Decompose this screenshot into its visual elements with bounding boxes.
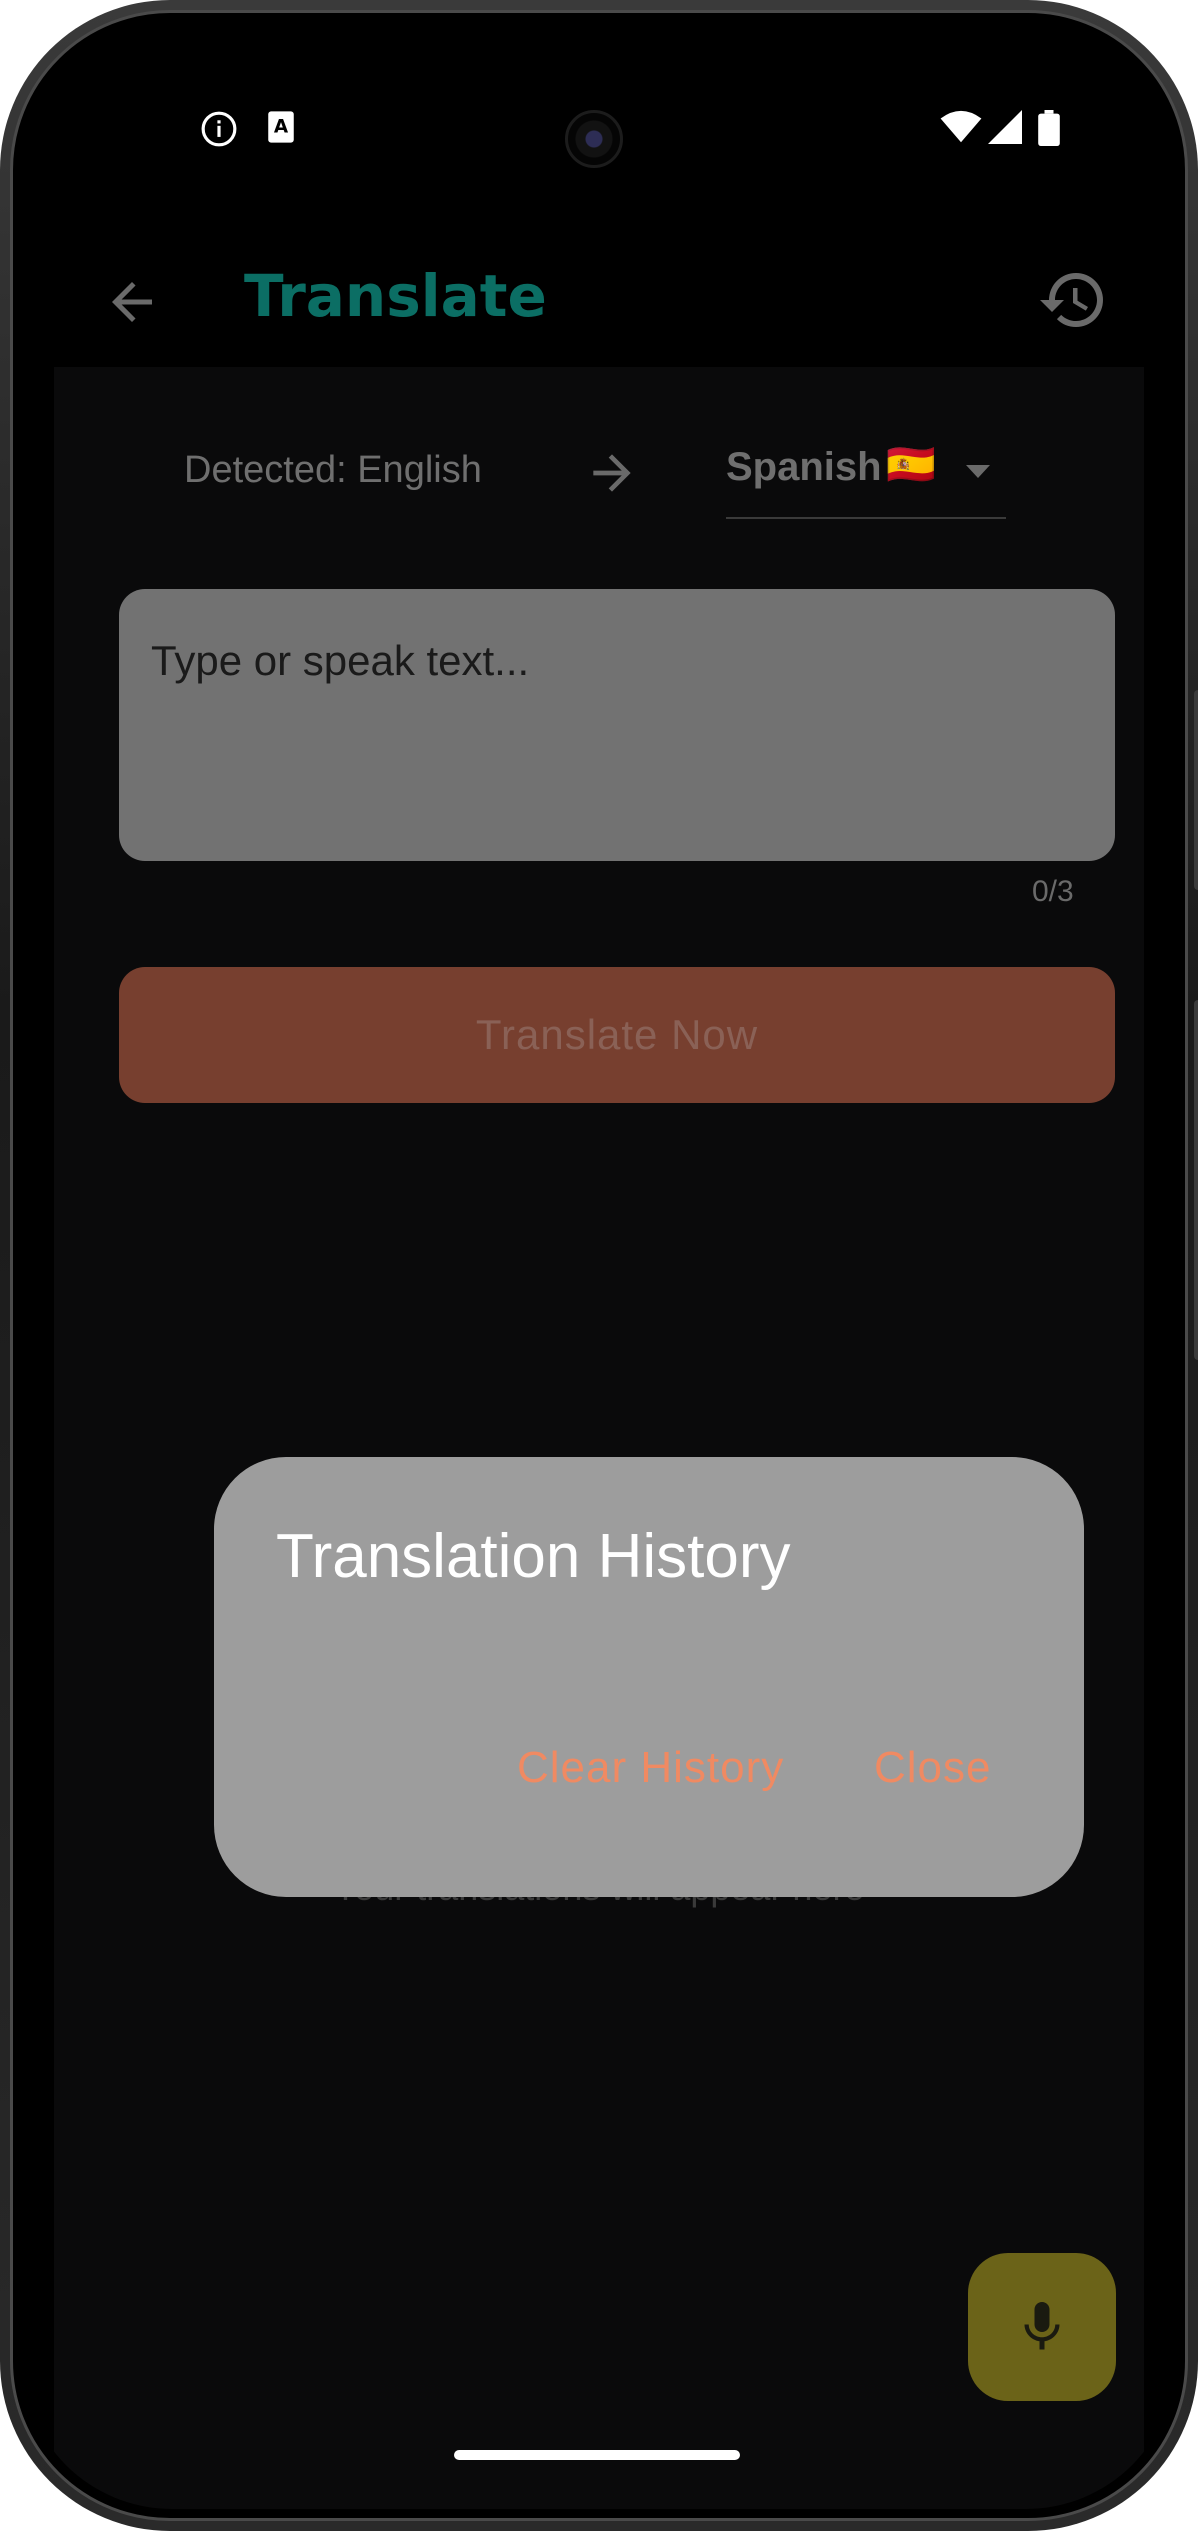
page-title: Translate bbox=[244, 262, 547, 330]
home-indicator[interactable] bbox=[454, 2450, 740, 2460]
history-dialog: Translation History Clear History Close bbox=[214, 1457, 1084, 1897]
info-icon bbox=[201, 111, 237, 147]
arrow-left-icon[interactable] bbox=[102, 272, 162, 332]
dialog-title: Translation History bbox=[276, 1522, 791, 1591]
translate-now-button[interactable]: Translate Now bbox=[119, 967, 1115, 1103]
battery-icon bbox=[1038, 110, 1060, 146]
wifi-icon bbox=[940, 110, 982, 143]
screen: A Translate Detected: English Spanish 🇪🇸… bbox=[22, 22, 1176, 2509]
app-bar: Translate bbox=[22, 242, 1176, 367]
clear-history-button[interactable]: Clear History bbox=[517, 1743, 784, 1793]
spain-flag-icon: 🇪🇸 bbox=[886, 443, 936, 487]
volume-button bbox=[1194, 690, 1198, 890]
status-bar: A bbox=[22, 22, 1176, 242]
close-button[interactable]: Close bbox=[874, 1743, 992, 1793]
detected-language-label: Detected: English bbox=[184, 449, 482, 491]
chevron-down-icon bbox=[966, 465, 990, 478]
char-counter: 0/3 bbox=[1032, 875, 1074, 908]
phone-frame: A Translate Detected: English Spanish 🇪🇸… bbox=[0, 0, 1198, 2531]
power-button bbox=[1194, 1000, 1198, 1360]
microphone-fab[interactable] bbox=[968, 2253, 1116, 2401]
svg-text:A: A bbox=[274, 117, 289, 138]
history-icon[interactable] bbox=[1037, 264, 1109, 336]
signal-icon bbox=[988, 110, 1022, 144]
target-language-label: Spanish bbox=[726, 445, 882, 489]
target-language-dropdown[interactable]: Spanish 🇪🇸 bbox=[726, 437, 1006, 519]
front-camera bbox=[565, 110, 623, 168]
translate-now-label: Translate Now bbox=[475, 1011, 759, 1058]
text-input[interactable]: Type or speak text... bbox=[119, 589, 1115, 861]
font-a-icon: A bbox=[268, 111, 294, 143]
microphone-icon bbox=[1024, 2302, 1060, 2350]
main-content: Detected: English Spanish 🇪🇸 Type or spe… bbox=[54, 367, 1144, 2509]
arrow-right-icon bbox=[593, 454, 631, 492]
language-row: Detected: English Spanish 🇪🇸 bbox=[54, 367, 1144, 527]
text-input-placeholder: Type or speak text... bbox=[151, 637, 530, 684]
